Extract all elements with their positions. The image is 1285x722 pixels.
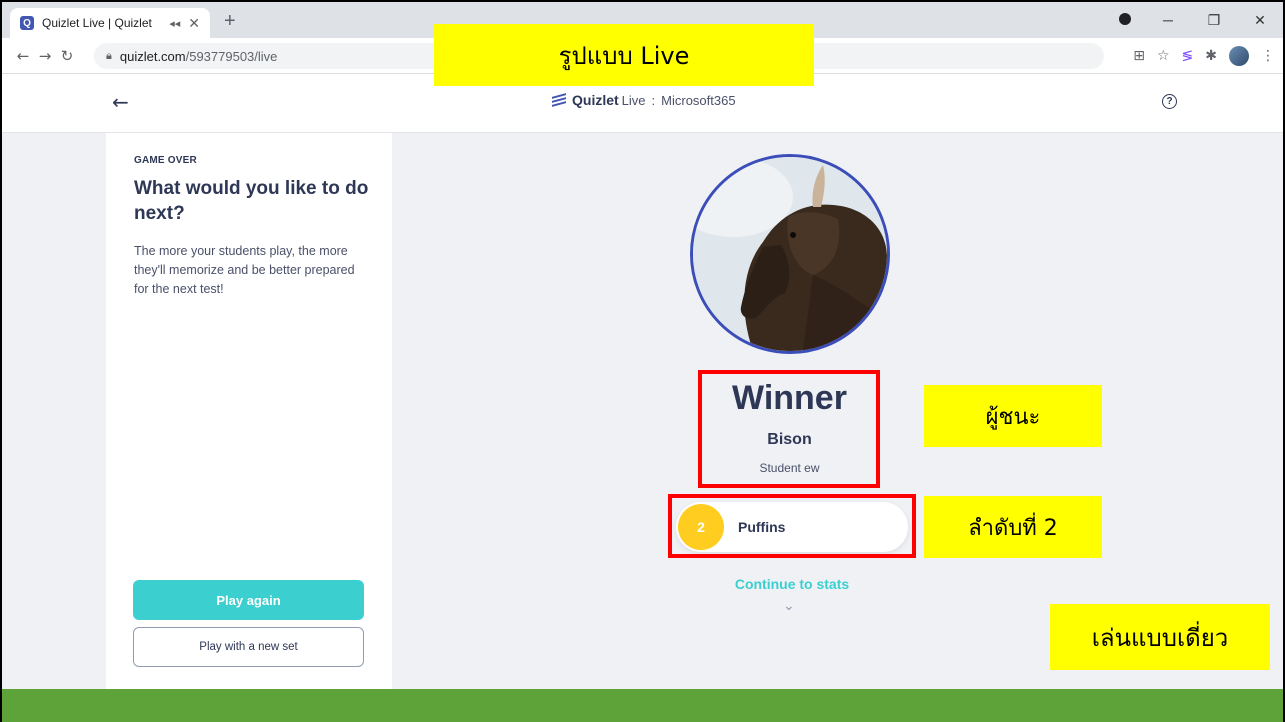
window-controls: ─ ❐ ✕ [1145,8,1283,32]
url-path: /593779503/live [185,48,278,64]
extension-icons: ⊞ ☆ ≶ ✱ ⋮ [1133,46,1275,66]
url-host: quizlet.com [119,48,186,64]
maximize-icon[interactable]: ❐ [1191,8,1237,32]
profile-avatar-icon[interactable] [1229,46,1249,66]
window-close-icon[interactable]: ✕ [1237,8,1283,32]
extension-icon[interactable]: ≶ [1182,48,1194,64]
annotation-winner-label: ผู้ชนะ [924,385,1102,447]
bison-image-icon [693,157,887,351]
continue-to-stats-link[interactable]: Continue to stats [702,576,882,592]
puzzle-icon[interactable]: ✱ [1205,48,1217,64]
quizlet-favicon-icon: Q [20,16,34,30]
play-new-set-button[interactable]: Play with a new set [133,627,364,667]
footer-bar [2,689,1283,722]
next-step-heading: What would you like to do next? [134,178,369,224]
back-nav-icon[interactable]: ← [12,47,34,65]
browser-profile-icon[interactable] [1119,13,1131,25]
set-name: Microsoft365 [661,92,736,108]
tab-close-icon[interactable]: ✕ [188,15,200,32]
winner-team-avatar [690,154,890,354]
translate-icon[interactable]: ⊞ [1133,48,1145,64]
annotation-second-box [668,494,916,558]
browser-tab[interactable]: Q Quizlet Live | Quizlet ◂◂ ✕ [10,8,210,38]
annotation-winner-box [698,370,880,488]
annotation-second-label: ลำดับที่ 2 [924,496,1102,558]
forward-nav-icon[interactable]: → [34,47,56,65]
brand-separator: : [651,92,656,108]
lock-icon: 🔒︎ [106,49,112,62]
bookmark-star-icon[interactable]: ☆ [1157,48,1170,64]
tab-title: Quizlet Live | Quizlet [42,16,152,30]
help-icon[interactable]: ? [1162,94,1177,109]
game-over-eyebrow: GAME OVER [134,155,197,166]
screenshot-frame: Q Quizlet Live | Quizlet ◂◂ ✕ + ─ ❐ ✕ ← … [0,0,1285,722]
back-arrow-icon[interactable]: ← [112,90,129,114]
minimize-icon[interactable]: ─ [1145,8,1191,32]
quizlet-live-logo-icon [552,93,566,107]
menu-kebab-icon[interactable]: ⋮ [1261,48,1275,64]
game-over-panel: GAME OVER What would you like to do next… [106,133,392,689]
brand-name: Quizlet [572,92,619,108]
tab-audio-icon[interactable]: ◂◂ [169,17,180,30]
play-again-button[interactable]: Play again [133,580,364,620]
new-tab-button[interactable]: + [224,10,236,33]
chevron-down-icon[interactable]: ⌄ [783,598,795,614]
reload-icon[interactable]: ↻ [56,47,78,65]
annotation-solo-mode: เล่นแบบเดี่ยว [1050,604,1270,670]
next-step-description: The more your students play, the more th… [134,244,355,296]
brand-product: Live [621,92,646,108]
brand-lockup: Quizlet Live : Microsoft365 [552,92,736,108]
annotation-live-mode: รูปแบบ Live [434,24,814,86]
